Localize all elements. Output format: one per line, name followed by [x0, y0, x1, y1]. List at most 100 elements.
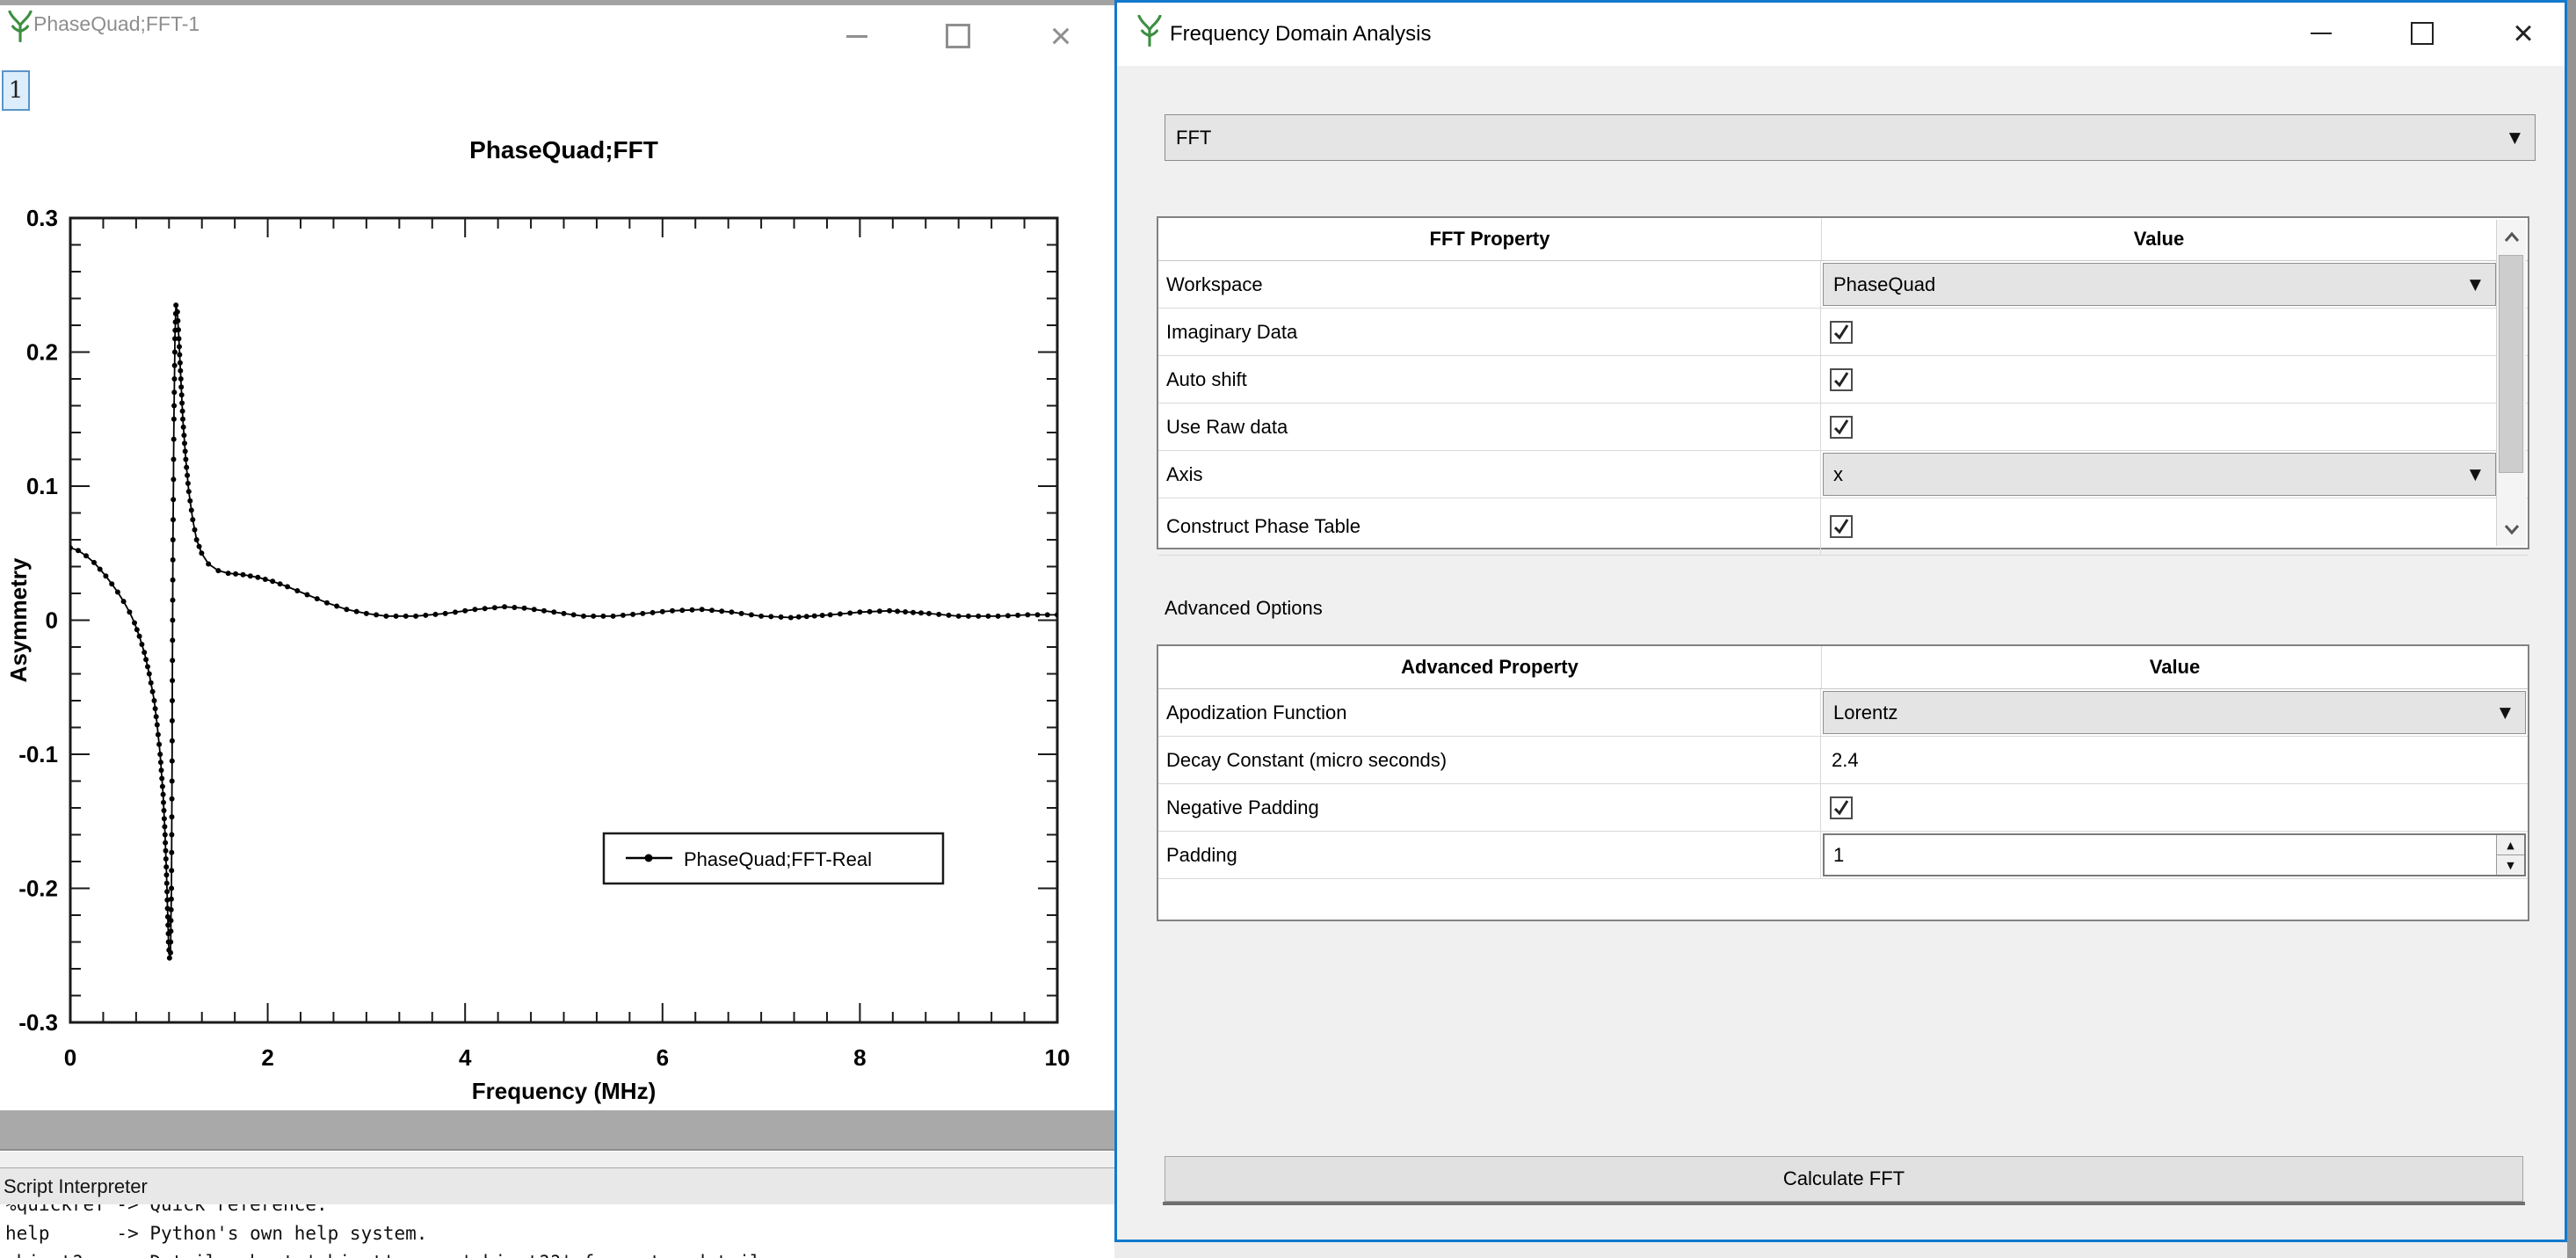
svg-text:0: 0: [64, 1044, 76, 1071]
svg-text:-0.3: -0.3: [18, 1009, 58, 1036]
minimize-button[interactable]: [831, 14, 883, 58]
advanced-options-label: Advanced Options: [1165, 597, 1323, 620]
scrollbar-thumb[interactable]: [2499, 255, 2523, 473]
axis-label: Axis: [1158, 451, 1821, 498]
background-window-edge: [2567, 0, 2576, 1258]
svg-text:0.1: 0.1: [26, 473, 58, 499]
plot-window: PhaseQuad;FFT-1 × 1 PhaseQuad;FFTFrequen…: [0, 0, 1114, 1110]
fft-plot[interactable]: PhaseQuad;FFTFrequency (MHz)Asymmetry024…: [0, 68, 1114, 1110]
imaginary-data-value-cell: [1821, 309, 2496, 355]
check-icon: [1832, 323, 1851, 342]
svg-text:-0.1: -0.1: [18, 741, 58, 767]
apodization-function-dropdown[interactable]: Lorentz▼: [1823, 691, 2526, 734]
table-row: Negative Padding: [1158, 784, 2528, 832]
use-raw-data-checkbox[interactable]: [1830, 416, 1853, 439]
property-column-header: Advanced Property: [1158, 646, 1822, 688]
dialog-titlebar[interactable]: Frequency Domain Analysis ×: [1117, 3, 2565, 66]
spin-down-button[interactable]: ▼: [2496, 855, 2524, 875]
maximize-icon: [946, 24, 970, 48]
svg-text:2: 2: [261, 1044, 273, 1071]
table-row: Imaginary Data: [1158, 309, 2528, 356]
auto-shift-checkbox[interactable]: [1830, 368, 1853, 391]
property-column-header: FFT Property: [1158, 218, 1822, 260]
workspace-value: PhaseQuad: [1833, 273, 1935, 296]
check-icon: [1832, 517, 1851, 536]
svg-text:10: 10: [1045, 1044, 1070, 1071]
window-bottom-bar: [0, 1110, 1114, 1151]
auto-shift-label: Auto shift: [1158, 356, 1821, 403]
construct-phase-table-checkbox[interactable]: [1830, 515, 1853, 538]
close-button[interactable]: ×: [2497, 11, 2550, 55]
maximize-button[interactable]: [2396, 11, 2449, 55]
apodization-function-label: Apodization Function: [1158, 689, 1821, 736]
mantid-icon: [7, 11, 33, 42]
workspace-label: Workspace: [1158, 261, 1821, 308]
table-row: Apodization FunctionLorentz▼: [1158, 689, 2528, 737]
value-column-header: Value: [1822, 218, 2496, 260]
svg-text:-0.2: -0.2: [18, 876, 58, 902]
calculate-fft-button[interactable]: Calculate FFT: [1165, 1156, 2523, 1202]
padding-value: 1: [1833, 844, 1844, 867]
script-interpreter-console[interactable]: %quickref -> Quick reference. help -> Py…: [0, 1204, 1114, 1258]
apodization-function-value-cell: Lorentz▼: [1821, 689, 2528, 736]
chevron-down-icon: ▼: [2500, 704, 2511, 722]
check-icon: [1832, 370, 1851, 389]
workspace-dropdown[interactable]: PhaseQuad▼: [1823, 263, 2496, 306]
svg-text:8: 8: [853, 1044, 866, 1071]
spin-up-button[interactable]: ▲: [2496, 835, 2524, 855]
chevron-down-icon: ▼: [2470, 466, 2481, 484]
use-raw-data-label: Use Raw data: [1158, 404, 1821, 450]
scroll-down-button[interactable]: [2497, 513, 2526, 546]
legend: PhaseQuad;FFT-Real: [604, 833, 943, 884]
scroll-up-button[interactable]: [2497, 220, 2526, 253]
dialog-title: Frequency Domain Analysis: [1170, 22, 1431, 47]
analysis-method-dropdown[interactable]: FFT ▼: [1165, 114, 2536, 161]
padding-spinbox[interactable]: 1 ▲▼: [1823, 833, 2526, 876]
negative-padding-checkbox[interactable]: [1830, 796, 1853, 819]
table-row: Padding 1 ▲▼: [1158, 832, 2528, 879]
construct-phase-table-value-cell: [1821, 498, 2496, 555]
table-row: Construct Phase Table: [1158, 498, 2528, 556]
empty-table-space: [1158, 879, 2528, 927]
dock-separator: [0, 1151, 1114, 1168]
construct-phase-table-label: Construct Phase Table: [1158, 498, 1821, 555]
console-text: %quickref -> Quick reference. help -> Py…: [0, 1204, 1114, 1258]
decay-constant-micro-seconds-value: 2.4: [1832, 749, 1859, 772]
analysis-method-value: FFT: [1176, 127, 1211, 149]
decay-constant-micro-seconds-value-cell: 2.4: [1821, 737, 2528, 783]
minimize-icon: [2311, 33, 2332, 34]
frequency-domain-analysis-dialog: Frequency Domain Analysis × FFT ▼ FFT Pr…: [1114, 0, 2567, 1242]
script-interpreter-titlebar[interactable]: Script Interpreter: [0, 1167, 1114, 1205]
svg-text:4: 4: [459, 1044, 472, 1071]
axis-value: x: [1833, 463, 1843, 486]
fft-property-table: FFT PropertyValueWorkspacePhaseQuad▼Imag…: [1157, 216, 2529, 549]
axis-dropdown[interactable]: x▼: [1823, 453, 2496, 496]
table-row: WorkspacePhaseQuad▼: [1158, 261, 2528, 309]
desktop-area: [1114, 1242, 2567, 1258]
close-button[interactable]: ×: [1034, 14, 1087, 58]
negative-padding-value-cell: [1821, 784, 2528, 831]
maximize-button[interactable]: [932, 14, 984, 58]
negative-padding-label: Negative Padding: [1158, 784, 1821, 831]
table-scrollbar[interactable]: [2496, 220, 2526, 546]
table-row: Axisx▼: [1158, 451, 2528, 498]
imaginary-data-label: Imaginary Data: [1158, 309, 1821, 355]
axis-value-cell: x▼: [1821, 451, 2496, 498]
imaginary-data-checkbox[interactable]: [1830, 321, 1853, 344]
minimize-icon: [846, 35, 867, 38]
plot-window-titlebar[interactable]: PhaseQuad;FFT-1 ×: [0, 5, 1114, 68]
chevron-down-icon: ▼: [2509, 129, 2521, 147]
svg-text:Asymmetry: Asymmetry: [5, 557, 32, 682]
script-interpreter-title: Script Interpreter: [4, 1175, 148, 1198]
padding-label: Padding: [1158, 832, 1821, 878]
svg-text:0: 0: [46, 607, 58, 634]
svg-text:6: 6: [657, 1044, 669, 1071]
svg-text:0.3: 0.3: [26, 205, 58, 231]
svg-text:0.2: 0.2: [26, 339, 58, 366]
chevron-up-icon: [2503, 231, 2521, 243]
svg-text:PhaseQuad;FFT-Real: PhaseQuad;FFT-Real: [684, 848, 872, 870]
close-icon: ×: [2513, 16, 2533, 51]
minimize-button[interactable]: [2295, 11, 2347, 55]
maximize-icon: [2411, 22, 2434, 45]
close-icon: ×: [1050, 18, 1072, 55]
